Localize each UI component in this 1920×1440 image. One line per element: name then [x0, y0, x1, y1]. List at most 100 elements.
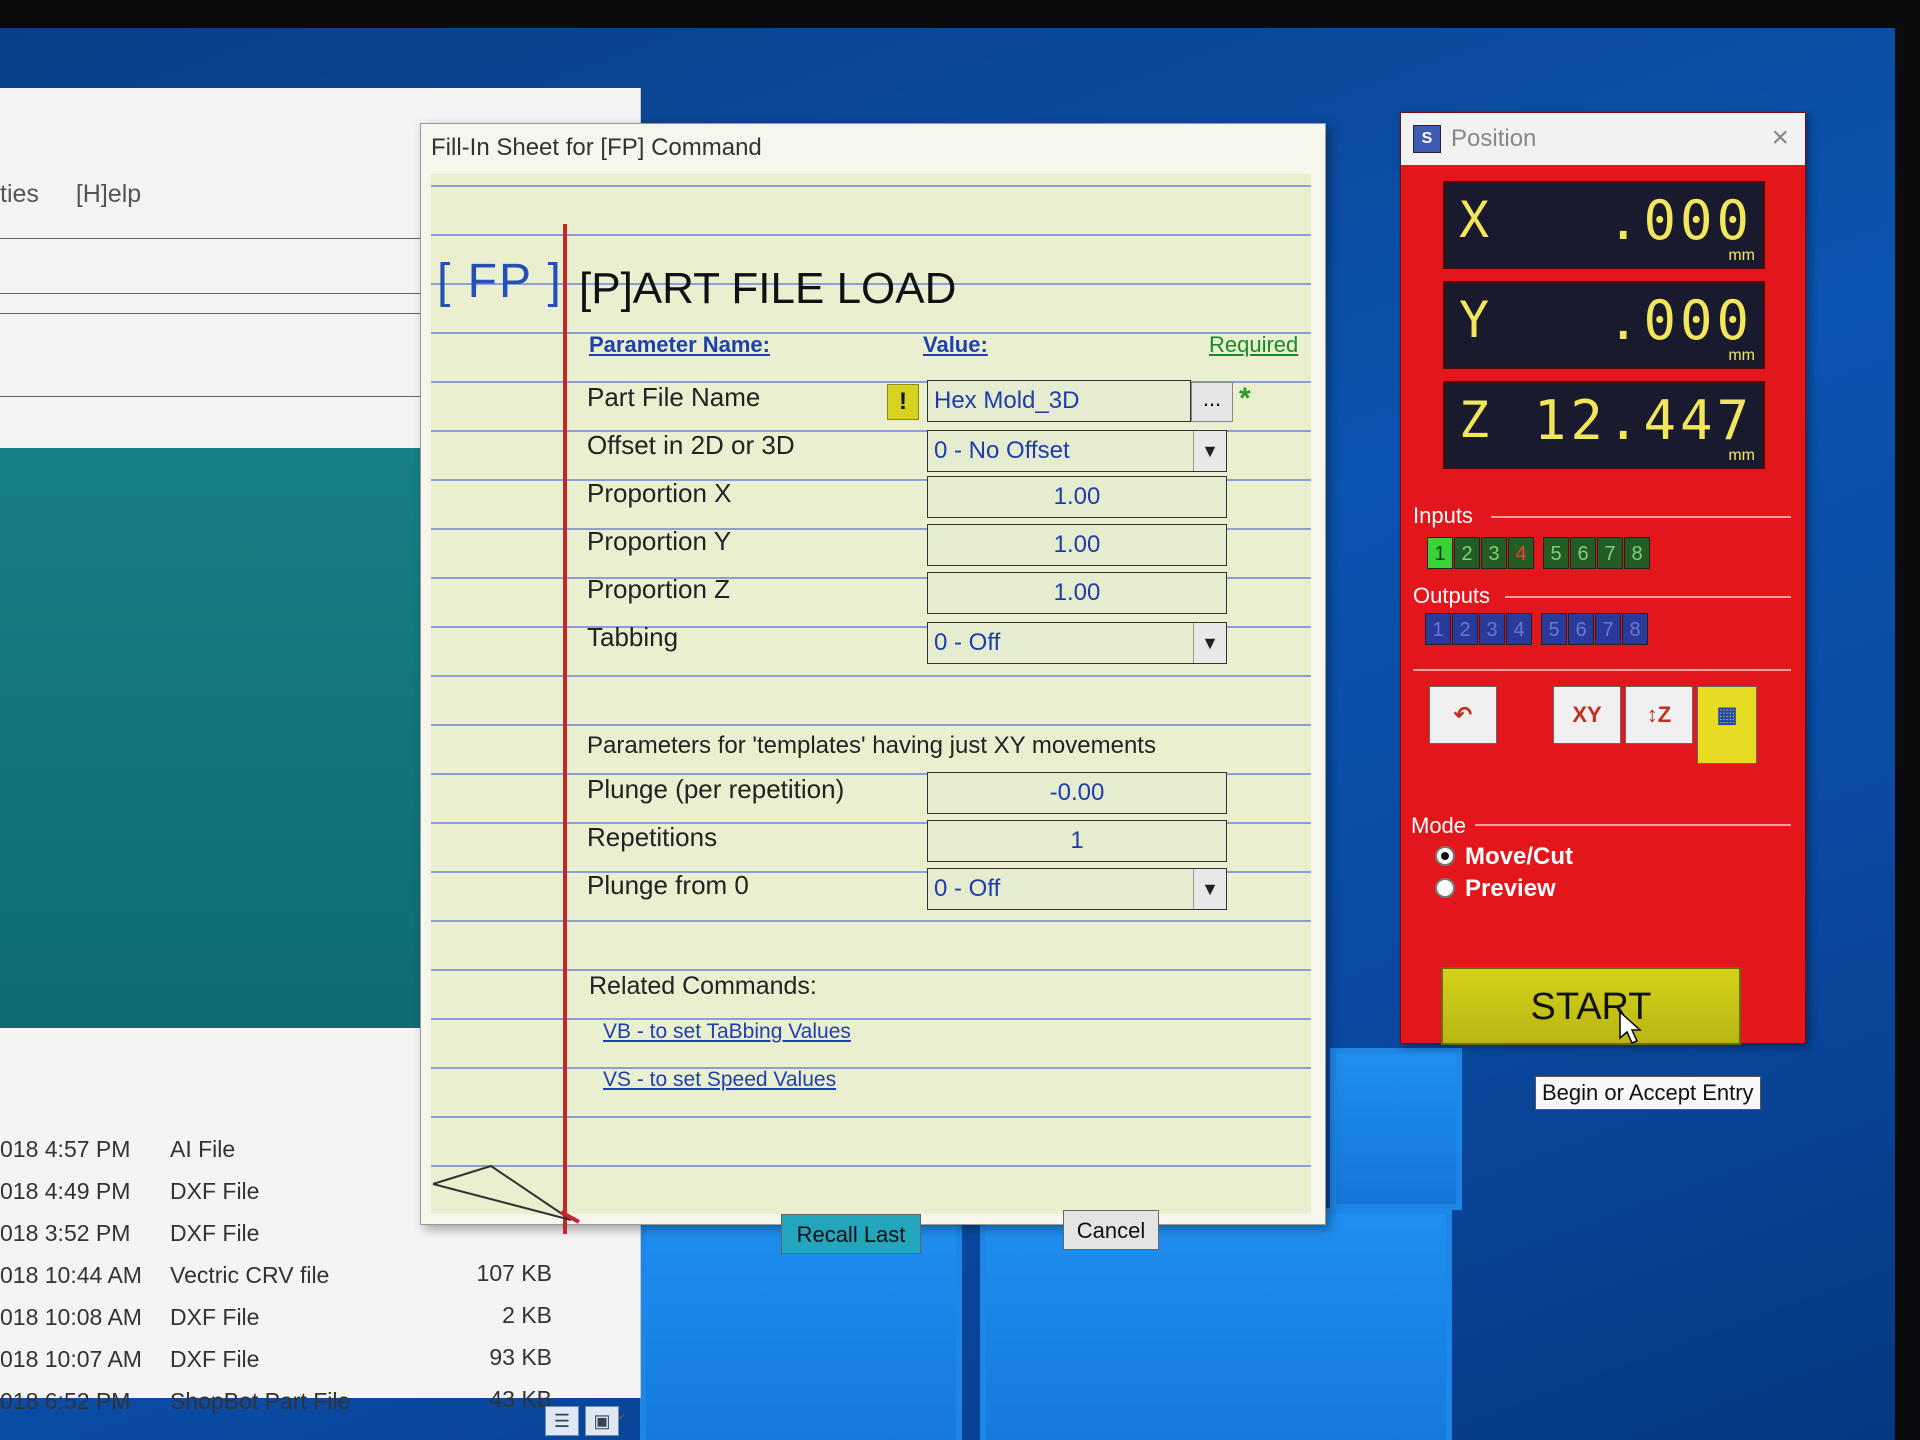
tabbing-value: 0 - Off [934, 629, 1001, 656]
desktop-window-pane [1330, 1048, 1462, 1210]
position-titlebar: S Position × [1401, 113, 1805, 165]
zero-z-icon[interactable]: ↕Z [1625, 686, 1693, 744]
outputs-label: Outputs [1413, 583, 1491, 608]
file-size: 93 KB [489, 1344, 552, 1370]
divider [1413, 669, 1791, 671]
x-axis-readout: X .000 mm [1443, 181, 1765, 269]
repetitions-input[interactable]: 1 [927, 820, 1227, 862]
divider [0, 293, 430, 294]
menu-item-properties[interactable]: ties [0, 180, 39, 208]
list-item[interactable]: 018 6:52 PM ShopBot Part File 43 KB [0, 1380, 640, 1422]
mode-move-cut-label: Move/Cut [1465, 843, 1573, 870]
divider [0, 238, 430, 239]
plunge-input[interactable]: -0.00 [927, 772, 1227, 814]
command-code: [ FP ] [437, 255, 563, 308]
proportion-x-label: Proportion X [587, 478, 732, 508]
proportion-y-label: Proportion Y [587, 526, 732, 556]
column-header-required: Required [1209, 332, 1299, 357]
file-type: AI File [170, 1136, 236, 1162]
shopbot-app-icon: S [1413, 125, 1441, 153]
mode-move-cut-radio[interactable]: Move/Cut [1435, 843, 1573, 871]
cancel-button[interactable]: Cancel [1063, 1210, 1159, 1250]
close-icon[interactable]: × [1771, 121, 1789, 155]
link-vs-speed[interactable]: VS - to set Speed Values [603, 1068, 836, 1092]
y-axis-name: Y [1459, 291, 1490, 349]
output-indicator[interactable]: 8 [1622, 613, 1648, 645]
output-indicator[interactable]: 3 [1479, 613, 1505, 645]
mouse-cursor-icon [1619, 1010, 1642, 1044]
output-indicator[interactable]: 7 [1595, 613, 1621, 645]
output-indicator[interactable]: 4 [1506, 613, 1532, 645]
x-axis-unit: mm [1728, 247, 1755, 264]
recall-last-button[interactable]: Recall Last [781, 1214, 921, 1254]
y-axis-value: .000 [1606, 289, 1753, 352]
start-button[interactable]: START [1441, 967, 1741, 1045]
z-axis-value: 12.447 [1533, 389, 1753, 452]
view-toggle: ☰ ▣ [545, 1406, 635, 1440]
file-size: 2 KB [502, 1302, 552, 1328]
proportion-x-input[interactable]: 1.00 [927, 476, 1227, 518]
file-date: 018 10:08 AM [0, 1304, 142, 1330]
input-indicator: 5 [1543, 537, 1569, 569]
start-tooltip: Begin or Accept Entry [1535, 1076, 1761, 1110]
thumbnail-view-icon[interactable]: ▣ [585, 1406, 619, 1436]
input-indicator: 4 [1508, 537, 1534, 569]
output-indicator[interactable]: 2 [1452, 613, 1478, 645]
return-home-icon[interactable]: ↶ [1429, 686, 1497, 744]
chevron-down-icon[interactable]: ▼ [1193, 623, 1226, 663]
plunge-label: Plunge (per repetition) [587, 774, 845, 804]
radio-unselected-icon [1435, 877, 1455, 898]
input-indicator: 1 [1427, 537, 1453, 569]
zero-xy-icon[interactable]: XY [1553, 686, 1621, 744]
output-indicator[interactable]: 5 [1541, 613, 1567, 645]
details-view-icon[interactable]: ☰ [545, 1406, 579, 1436]
part-file-input[interactable]: Hex Mold_3D Roughing_S [927, 380, 1191, 454]
keypad-icon[interactable]: ▦ [1697, 686, 1757, 764]
mode-preview-label: Preview [1465, 875, 1556, 902]
y-axis-readout: Y .000 mm [1443, 281, 1765, 369]
input-indicator: 6 [1570, 537, 1596, 569]
output-indicator[interactable]: 6 [1568, 613, 1594, 645]
file-type: DXF File [170, 1304, 260, 1330]
mode-preview-radio[interactable]: Preview [1435, 875, 1556, 903]
divider [1491, 516, 1791, 518]
y-axis-unit: mm [1728, 347, 1755, 364]
input-indicator: 8 [1624, 537, 1650, 569]
list-item[interactable]: 018 10:07 AM DXF File 93 KB [0, 1338, 640, 1380]
plunge-from-zero-select[interactable]: 0 - Off ▼ [927, 868, 1227, 910]
link-vb-tabbing[interactable]: VB - to set TaBbing Values [603, 1020, 851, 1044]
file-type: DXF File [170, 1220, 260, 1246]
proportion-y-input[interactable]: 1.00 [927, 524, 1227, 566]
position-title: Position [1451, 125, 1537, 152]
list-item[interactable]: 018 10:44 AM Vectric CRV file 107 KB [0, 1254, 640, 1296]
offset-select[interactable]: 0 - No Offset ▼ [927, 430, 1227, 472]
fill-in-sheet-dialog: Fill-In Sheet for [FP] Command [ FP ] [P… [420, 123, 1326, 1254]
templates-note: Parameters for 'templates' having just X… [587, 732, 1156, 759]
file-date: 018 4:49 PM [0, 1178, 131, 1204]
explorer-menu: ties [H]elp [0, 180, 171, 209]
chevron-down-icon[interactable]: ▼ [1193, 869, 1226, 909]
browse-button[interactable]: ... [1191, 382, 1233, 422]
list-item[interactable]: 018 10:08 AM DXF File 2 KB [0, 1296, 640, 1338]
tabbing-select[interactable]: 0 - Off ▼ [927, 622, 1227, 664]
z-axis-name: Z [1459, 391, 1490, 449]
divider [1475, 824, 1791, 826]
plunge-from-zero-value: 0 - Off [934, 875, 1001, 902]
command-heading: [P]ART FILE LOAD [579, 264, 957, 313]
output-indicator[interactable]: 1 [1425, 613, 1451, 645]
offset-value: 0 - No Offset [934, 437, 1070, 464]
chevron-down-icon[interactable]: ▼ [1193, 431, 1226, 471]
repetitions-label: Repetitions [587, 822, 718, 852]
file-size: 43 KB [489, 1386, 552, 1412]
divider [1505, 596, 1791, 598]
margin-line [563, 224, 567, 1234]
menu-item-help[interactable]: [H]elp [76, 180, 141, 208]
required-star-icon: * [1239, 382, 1251, 415]
file-type: ShopBot Part File [170, 1388, 351, 1414]
inputs-group-a: 1 2 3 4 [1427, 537, 1535, 569]
proportion-z-input[interactable]: 1.00 [927, 572, 1227, 614]
tabbing-label: Tabbing [587, 622, 679, 652]
z-axis-unit: mm [1728, 447, 1755, 464]
offset-label: Offset in 2D or 3D [587, 430, 795, 460]
proportion-z-label: Proportion Z [587, 574, 731, 604]
